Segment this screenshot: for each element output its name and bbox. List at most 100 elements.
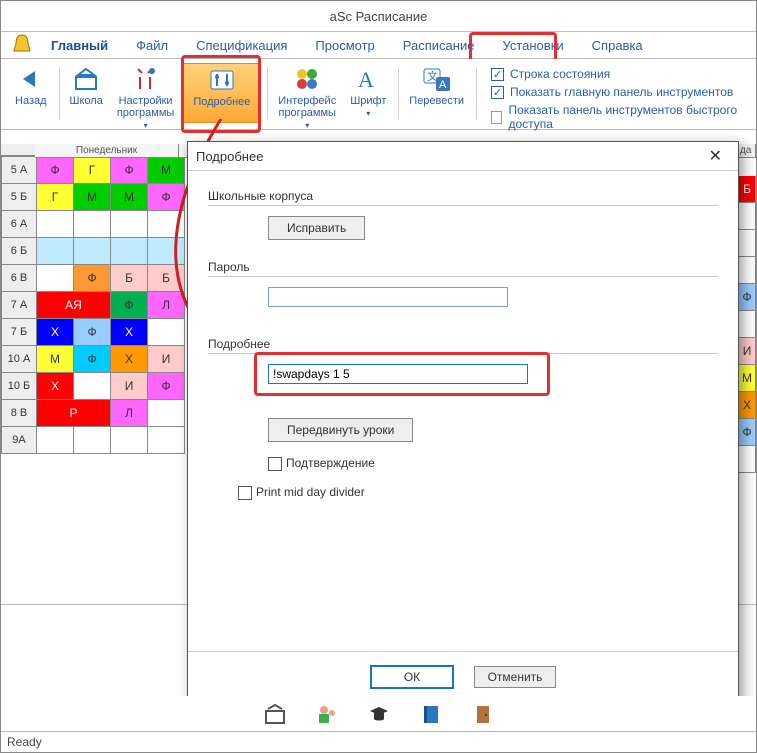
school-button[interactable]: Школа	[63, 63, 108, 123]
print-mid-day-checkbox[interactable]: Print mid day divider	[238, 485, 365, 499]
grid-cell[interactable]: Г	[37, 184, 74, 211]
status-line-checkbox[interactable]: ✓Строка состояния	[491, 67, 748, 81]
row-label: 5 Б	[2, 184, 37, 211]
grid-cell[interactable]	[738, 230, 756, 257]
menu-item-расписание[interactable]: Расписание	[389, 34, 489, 57]
grid-cell[interactable]: М	[738, 365, 756, 392]
ribbon-separator	[59, 67, 60, 119]
cancel-button[interactable]: Отменить	[474, 666, 556, 688]
ribbon-separator	[398, 67, 399, 119]
grid-cell[interactable]	[148, 427, 185, 454]
grid-cell[interactable]	[738, 257, 756, 284]
grid-cell[interactable]: Ф	[74, 346, 111, 373]
grid-cell[interactable]: Ф	[148, 184, 185, 211]
grid-cell[interactable]: Ф	[111, 292, 148, 319]
confirmation-checkbox[interactable]: Подтверждение	[268, 456, 375, 470]
tools-icon	[132, 65, 160, 93]
menu-item-файл[interactable]: Файл	[122, 34, 182, 57]
row-label: 6 Б	[2, 238, 37, 265]
menu-item-просмотр[interactable]: Просмотр	[301, 34, 388, 57]
grid-cell[interactable]: АЯ	[37, 292, 111, 319]
ok-button[interactable]: ОК	[370, 665, 454, 689]
grid-cell[interactable]	[738, 311, 756, 338]
graduation-cap-icon[interactable]	[368, 703, 390, 725]
translate-button[interactable]: 文A Перевести	[403, 63, 470, 123]
grid-cell[interactable]	[148, 400, 185, 427]
grid-table[interactable]: 5 АФГФМ5 БГММФ6 А6 Б6 ВФББ7 ААЯФЛ7 БХФХ1…	[1, 156, 185, 454]
menu-item-справка[interactable]: Справка	[578, 34, 657, 57]
interface-button[interactable]: Интерфейспрограммы ▾	[272, 63, 342, 123]
row-label: 10 Б	[2, 373, 37, 400]
menu-item-главный[interactable]: Главный	[37, 34, 122, 57]
grid-cell[interactable]: М	[111, 184, 148, 211]
program-settings-button[interactable]: Настройкипрограммы ▾	[111, 63, 180, 123]
menu-item-установки[interactable]: Установки	[488, 34, 577, 57]
grid-cell[interactable]: Х	[37, 373, 74, 400]
grid-cell[interactable]	[74, 427, 111, 454]
row-label: 7 А	[2, 292, 37, 319]
grid-cell[interactable]: Б	[738, 176, 756, 203]
book-icon[interactable]	[420, 703, 442, 725]
font-icon: A	[354, 65, 382, 93]
more-button[interactable]: Подробнее	[182, 63, 261, 123]
grid-cell[interactable]: Л	[111, 400, 148, 427]
grid-cell[interactable]: Б	[111, 265, 148, 292]
teacher-icon[interactable]	[316, 703, 338, 725]
grid-cell[interactable]: Ф	[37, 157, 74, 184]
menu-item-спецификация[interactable]: Спецификация	[182, 34, 301, 57]
grid-cell[interactable]	[111, 427, 148, 454]
grid-cell[interactable]: Ф	[738, 284, 756, 311]
status-bar: Ready	[1, 731, 756, 752]
quick-toolbar-checkbox[interactable]: Показать панель инструментов быстрого до…	[491, 103, 748, 131]
grid-cell[interactable]	[148, 319, 185, 346]
grid-cell[interactable]	[74, 238, 111, 265]
back-button[interactable]: Назад	[9, 63, 53, 123]
building-icon[interactable]	[264, 703, 286, 725]
grid-cell[interactable]: И	[738, 338, 756, 365]
grid-cell[interactable]: И	[111, 373, 148, 400]
school-building-icon	[72, 65, 100, 93]
grid-cell[interactable]: Ф	[74, 265, 111, 292]
grid-cell[interactable]: Р	[37, 400, 111, 427]
grid-cell[interactable]: Ф	[111, 157, 148, 184]
grid-cell[interactable]	[37, 427, 74, 454]
grid-cell[interactable]	[74, 211, 111, 238]
grid-cell[interactable]: И	[148, 346, 185, 373]
grid-cell[interactable]	[37, 265, 74, 292]
school-buildings-label: Школьные корпуса	[208, 189, 718, 203]
command-input[interactable]	[268, 364, 528, 384]
main-toolbar-checkbox[interactable]: ✓Показать главную панель инструментов	[491, 85, 748, 99]
fix-button[interactable]: Исправить	[268, 216, 365, 240]
grid-cell[interactable]	[37, 238, 74, 265]
grid-cell[interactable]: Х	[111, 319, 148, 346]
dialog-footer: ОК Отменить	[188, 651, 738, 702]
row-label: 8 В	[2, 400, 37, 427]
grid-cell[interactable]	[111, 238, 148, 265]
grid-cell[interactable]	[738, 203, 756, 230]
password-input[interactable]	[268, 287, 508, 307]
grid-cell[interactable]	[74, 373, 111, 400]
grid-cell[interactable]: Х	[738, 392, 756, 419]
grid-cell[interactable]: Х	[111, 346, 148, 373]
grid-cell[interactable]: М	[148, 157, 185, 184]
app-window: aSc Расписание ГлавныйФайлСпецификацияПр…	[0, 0, 757, 753]
shift-lessons-button[interactable]: Передвинуть уроки	[268, 418, 413, 442]
grid-cell[interactable]: Ф	[74, 319, 111, 346]
grid-cell[interactable]: Б	[148, 265, 185, 292]
grid-cell[interactable]	[37, 211, 74, 238]
font-button[interactable]: A Шрифт▾	[344, 63, 392, 123]
grid-cell[interactable]: Ф	[738, 419, 756, 446]
grid-cell[interactable]	[148, 211, 185, 238]
ribbon: Назад Школа Настройкипрограммы ▾ Подробн…	[1, 59, 756, 130]
grid-cell[interactable]	[111, 211, 148, 238]
grid-cell[interactable]: М	[74, 184, 111, 211]
grid-cell[interactable]	[738, 446, 756, 473]
door-icon[interactable]	[472, 703, 494, 725]
grid-cell[interactable]: Х	[37, 319, 74, 346]
grid-cell[interactable]	[148, 238, 185, 265]
grid-cell[interactable]: М	[37, 346, 74, 373]
dialog-close-button[interactable]: ✕	[701, 144, 730, 168]
grid-cell[interactable]: Л	[148, 292, 185, 319]
grid-cell[interactable]: Г	[74, 157, 111, 184]
grid-cell[interactable]: Ф	[148, 373, 185, 400]
